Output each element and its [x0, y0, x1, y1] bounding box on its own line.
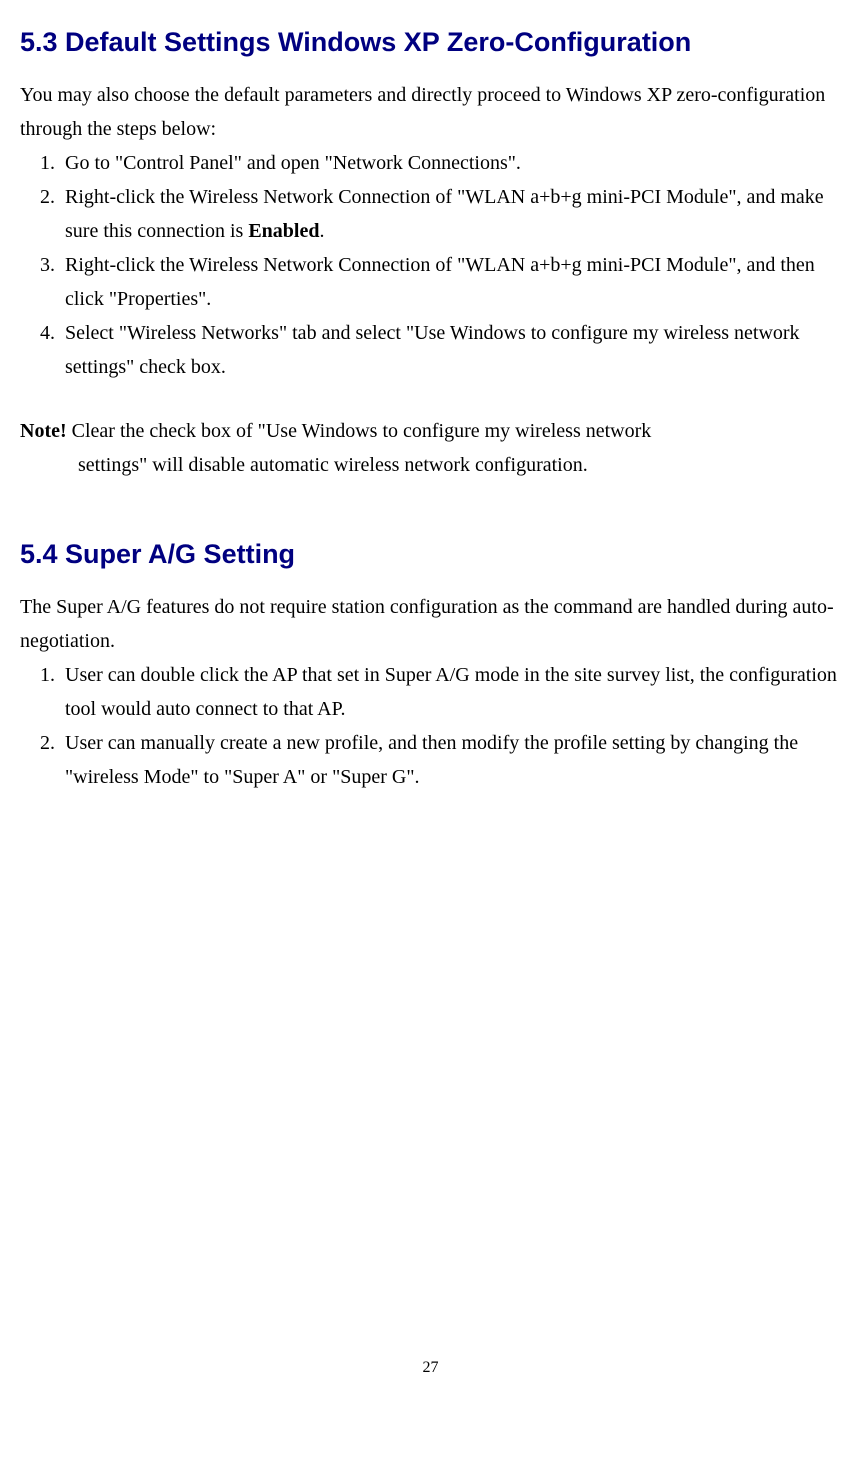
note-label: Note!	[20, 420, 67, 442]
list-item: Right-click the Wireless Network Connect…	[60, 248, 841, 316]
list-item: Select "Wireless Networks" tab and selec…	[60, 316, 841, 384]
list-item: Go to "Control Panel" and open "Network …	[60, 146, 841, 180]
section-54-intro: The Super A/G features do not require st…	[20, 590, 841, 658]
step2-bold: Enabled	[248, 220, 319, 242]
list-item: Right-click the Wireless Network Connect…	[60, 180, 841, 248]
note-line2: settings" will disable automatic wireles…	[78, 448, 841, 482]
section-54-steps: User can double click the AP that set in…	[20, 658, 841, 794]
list-item: User can double click the AP that set in…	[60, 658, 841, 726]
note-block: Note! Clear the check box of "Use Window…	[20, 414, 841, 482]
note-line1: Clear the check box of "Use Windows to c…	[67, 420, 652, 442]
section-53-steps: Go to "Control Panel" and open "Network …	[20, 146, 841, 384]
section-53-intro: You may also choose the default paramete…	[20, 78, 841, 146]
step2-text: Right-click the Wireless Network Connect…	[65, 186, 824, 242]
step2-end: .	[319, 220, 324, 242]
section-53-heading: 5.3 Default Settings Windows XP Zero-Con…	[20, 20, 841, 66]
page-number: 27	[20, 1354, 841, 1381]
section-54-heading: 5.4 Super A/G Setting	[20, 532, 841, 578]
list-item: User can manually create a new profile, …	[60, 726, 841, 794]
